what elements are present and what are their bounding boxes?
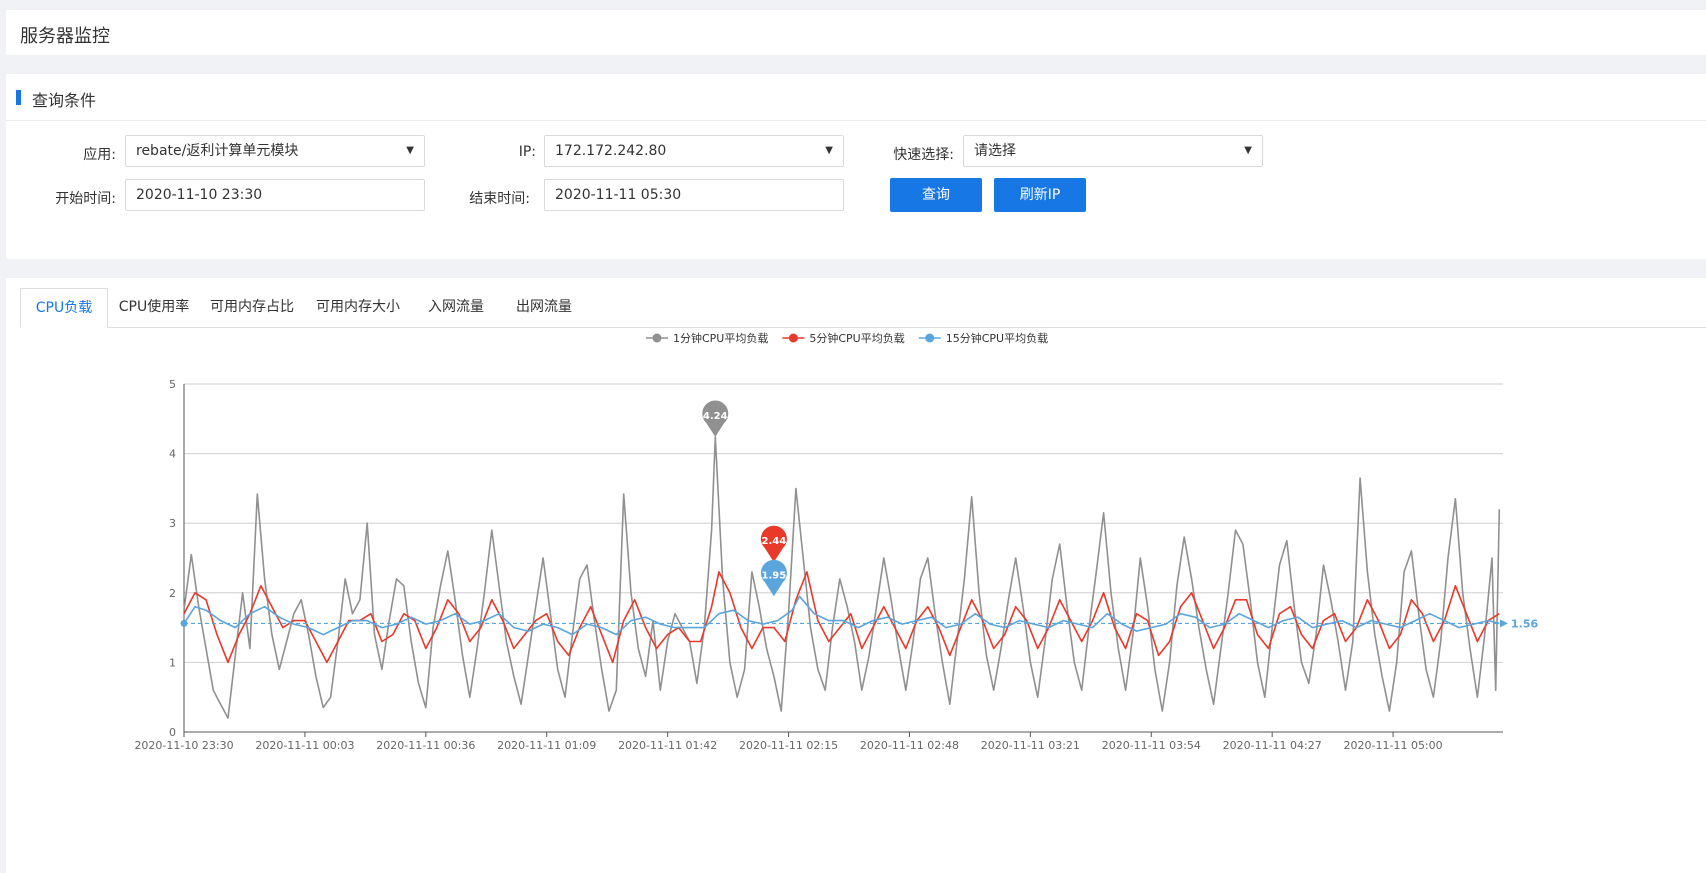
x-tick-label: 2020-11-10 23:30 <box>134 739 233 752</box>
app-select-value: rebate/返利计算单元模块 <box>136 143 299 159</box>
y-tick-label: 4 <box>169 448 176 461</box>
average-mark-arrow <box>1500 619 1508 628</box>
page-header: 服务器监控 <box>6 10 1706 55</box>
query-panel-header: 查询条件 <box>6 74 1706 121</box>
y-tick-label: 5 <box>169 378 176 391</box>
app-label: 应用: <box>83 147 116 163</box>
y-tick-label: 0 <box>169 726 176 739</box>
end-time-label: 结束时间: <box>469 191 530 207</box>
legend-marker <box>652 333 662 343</box>
legend-marker <box>925 333 935 343</box>
x-tick-label: 2020-11-11 00:03 <box>255 739 354 752</box>
query-panel: 查询条件 应用: rebate/返利计算单元模块 ▼ IP: 172.172.2… <box>6 74 1706 259</box>
y-tick-label: 3 <box>169 517 176 530</box>
max-value-label: 2.44 <box>762 536 787 547</box>
y-tick-label: 1 <box>169 656 176 669</box>
x-tick-label: 2020-11-11 04:27 <box>1223 739 1322 752</box>
chart-panel: CPU负载 CPU使用率 可用内存占比 可用内存大小 入网流量 出网流量 0 1 2… <box>6 278 1706 873</box>
tab-cpu-usage[interactable]: CPU使用率 <box>108 288 200 327</box>
series-line-1min <box>183 436 1501 719</box>
x-tick-label: 2020-11-11 01:42 <box>618 739 717 752</box>
end-time-input[interactable]: 2020-11-11 05:30 <box>544 179 844 211</box>
quick-select[interactable]: 请选择 ▼ <box>963 135 1263 167</box>
start-time-input[interactable]: 2020-11-10 23:30 <box>125 179 425 211</box>
chevron-down-icon: ▼ <box>406 145 414 156</box>
page-title: 服务器监控 <box>20 26 110 47</box>
chevron-down-icon: ▼ <box>1244 145 1252 156</box>
legend-label: 15分钟CPU平均负载 <box>946 331 1048 345</box>
search-button[interactable]: 查询 <box>890 178 982 212</box>
refresh-ip-button[interactable]: 刷新IP <box>994 178 1086 212</box>
tab-cpu-load[interactable]: CPU负载 <box>20 288 108 328</box>
chevron-down-icon: ▼ <box>825 145 833 156</box>
quick-select-value: 请选择 <box>974 143 1016 159</box>
cpu-load-chart: 0 1 2 3 4 5 2020-11-10 23:30 2020-11-11 00:03 20… <box>134 331 1538 752</box>
section-accent-bar <box>16 90 21 105</box>
legend-label: 5分钟CPU平均负载 <box>809 331 904 345</box>
tab-outbound-traffic[interactable]: 出网流量 <box>500 288 588 327</box>
x-tick-label: 2020-11-11 02:48 <box>860 739 959 752</box>
ip-select-value: 172.172.242.80 <box>555 143 667 159</box>
tab-available-memory-size[interactable]: 可用内存大小 <box>304 288 412 327</box>
max-value-label: 4.24 <box>703 411 728 422</box>
average-mark-start <box>180 619 188 627</box>
x-tick-label: 2020-11-11 00:36 <box>376 739 475 752</box>
average-mark-label: 1.56 <box>1511 617 1538 630</box>
x-tick-label: 2020-11-11 03:54 <box>1102 739 1201 752</box>
ip-select[interactable]: 172.172.242.80 ▼ <box>544 135 844 167</box>
x-tick-label: 2020-11-11 03:21 <box>981 739 1080 752</box>
x-tick-label: 2020-11-11 02:15 <box>739 739 838 752</box>
tab-available-memory-ratio[interactable]: 可用内存占比 <box>200 288 304 327</box>
y-tick-label: 2 <box>169 587 176 600</box>
legend-label: 1分钟CPU平均负载 <box>673 331 768 345</box>
ip-label: IP: <box>518 144 536 160</box>
legend-marker <box>788 333 798 343</box>
start-time-label: 开始时间: <box>55 191 116 207</box>
tab-inbound-traffic[interactable]: 入网流量 <box>412 288 500 327</box>
section-title: 查询条件 <box>32 91 97 110</box>
x-tick-label: 2020-11-11 01:09 <box>497 739 596 752</box>
max-value-label: 1.95 <box>762 570 787 581</box>
app-select[interactable]: rebate/返利计算单元模块 ▼ <box>125 135 425 167</box>
quick-select-label: 快速选择: <box>893 147 954 163</box>
metric-tabs: CPU负载 CPU使用率 可用内存占比 可用内存大小 入网流量 出网流量 <box>20 288 1706 328</box>
x-tick-label: 2020-11-11 05:00 <box>1344 739 1443 752</box>
series-line-15min <box>183 595 1500 636</box>
